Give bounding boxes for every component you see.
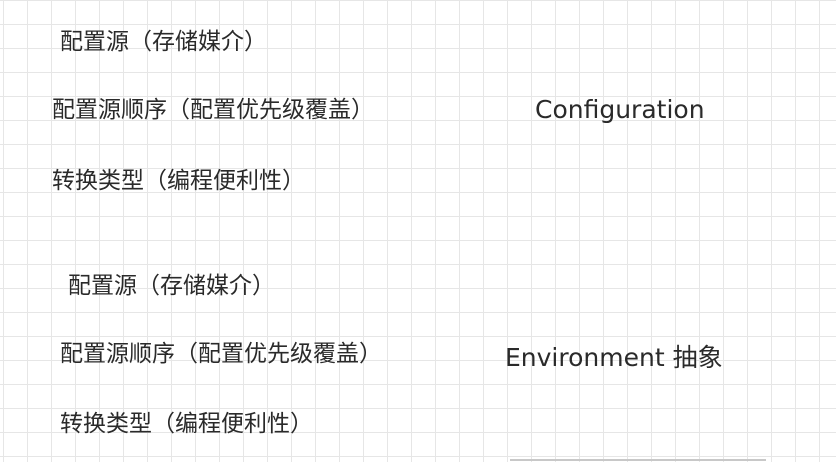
group1-item-config-source-order: 配置源顺序（配置优先级覆盖） (52, 97, 374, 123)
group1-title: Configuration (535, 95, 705, 124)
group1-item-conversion-type: 转换类型（编程便利性） (52, 168, 305, 194)
group2-item-config-source: 配置源（存储媒介） (68, 273, 275, 299)
group2-item-config-source-order: 配置源顺序（配置优先级覆盖） (60, 341, 382, 367)
shape-edge (510, 459, 766, 461)
group2-title: Environment 抽象 (505, 343, 723, 372)
group1-item-config-source: 配置源（存储媒介） (60, 29, 267, 55)
group2-item-conversion-type: 转换类型（编程便利性） (60, 411, 313, 437)
diagram-canvas: 配置源（存储媒介） 配置源顺序（配置优先级覆盖） 转换类型（编程便利性） Con… (0, 0, 836, 462)
